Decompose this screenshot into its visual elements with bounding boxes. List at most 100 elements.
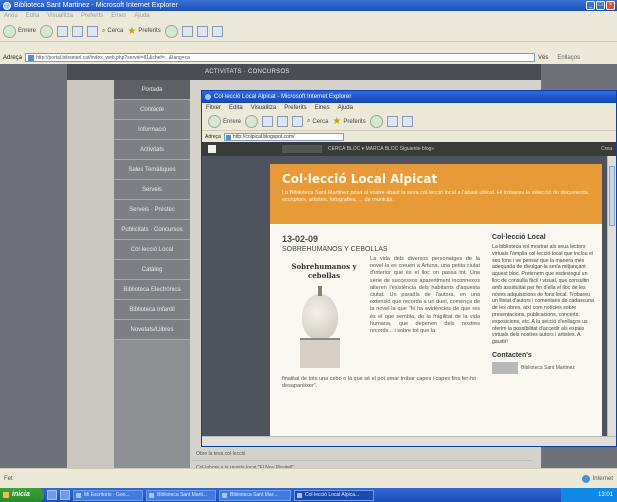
blog-viewport: Col·lecció Local Alpicat La Biblioteca S… bbox=[202, 156, 607, 436]
favorites-button[interactable]: ★ Preferits bbox=[127, 26, 160, 37]
suit-illustration bbox=[300, 338, 340, 368]
vertical-scrollbar[interactable] bbox=[607, 156, 616, 436]
blog-body: 13-02-09 SOBREHUMANOS Y CEBOLLAS Sobrehu… bbox=[270, 224, 602, 436]
footer-link-collection[interactable]: Obre la teva col·lecció bbox=[192, 447, 532, 461]
blogger-logo-icon[interactable] bbox=[208, 145, 216, 153]
refresh-button[interactable] bbox=[277, 116, 289, 127]
inner-window-title: Col·lecció Local Alpicat - Microsoft Int… bbox=[202, 91, 616, 103]
outer-window-title: Biblioteca Sant Martinez - Microsoft Int… bbox=[14, 2, 178, 9]
globe-icon bbox=[581, 474, 590, 483]
menu-item-file[interactable]: Fitxer bbox=[206, 103, 221, 113]
blog-title[interactable]: Col·lecció Local Alpicat bbox=[282, 172, 590, 186]
outer-menu-bar: Arxiu Edita Visualitza Preferits Eines A… bbox=[0, 11, 617, 21]
history-button[interactable] bbox=[164, 24, 178, 38]
close-button[interactable]: × bbox=[606, 1, 615, 10]
blog-search-input[interactable] bbox=[282, 145, 322, 153]
address-input[interactable]: http://colpical.blogspot.com/ bbox=[223, 132, 344, 141]
scrollbar-thumb[interactable] bbox=[609, 166, 615, 226]
history-button[interactable] bbox=[369, 115, 383, 128]
forward-button[interactable] bbox=[40, 24, 54, 38]
sidebar-item-serveis[interactable]: Serveis bbox=[114, 180, 190, 200]
taskbar-item-active[interactable]: Col·lecció Local Alpica... bbox=[294, 489, 374, 501]
star-icon: ★ bbox=[127, 25, 137, 37]
start-button[interactable]: inicia bbox=[0, 488, 44, 502]
go-button[interactable]: Vés bbox=[538, 55, 548, 61]
sidebar-item-cataleg[interactable]: Catàleg bbox=[114, 260, 190, 280]
sidebar-item-portada[interactable]: Portada bbox=[114, 80, 190, 100]
outer-address-bar: Adreça http://portal.bibsetarl.cat/index… bbox=[0, 52, 617, 63]
status-bar: Fet Internet bbox=[0, 468, 617, 488]
book-cover-title: Sobrehumanos y cebollas bbox=[291, 262, 357, 280]
sidebar-item-biblioteca-electronica[interactable]: Biblioteca Electrònica bbox=[114, 280, 190, 300]
menu-item-tools[interactable]: Eines bbox=[111, 11, 126, 21]
edit-button[interactable] bbox=[211, 25, 223, 37]
post-text: La vida dels diversos personatges de la … bbox=[370, 256, 480, 335]
sidebar-item-informacio[interactable]: Informació bbox=[114, 120, 190, 140]
maximize-button[interactable]: □ bbox=[596, 1, 605, 10]
refresh-button[interactable] bbox=[72, 25, 84, 37]
menu-item-tools[interactable]: Eines bbox=[315, 103, 330, 113]
print-button[interactable] bbox=[196, 25, 208, 37]
links-button[interactable]: Enllaços bbox=[557, 55, 580, 61]
search-button[interactable]: ⌕ Cerca bbox=[102, 28, 123, 35]
back-button[interactable]: Enrere bbox=[208, 115, 241, 128]
sidebar-item-sales[interactable]: Sales Temàtiques bbox=[114, 160, 190, 180]
sidebar-heading: Col·lecció Local bbox=[492, 234, 546, 241]
sidebar-item-biblioteca-infantil[interactable]: Biblioteca Infantil bbox=[114, 300, 190, 320]
quicklaunch-ie-icon[interactable] bbox=[47, 490, 57, 500]
menu-item-favorites[interactable]: Preferits bbox=[81, 11, 103, 21]
stop-button[interactable] bbox=[57, 25, 69, 37]
favorites-button[interactable]: ★ Preferits bbox=[332, 116, 365, 127]
outer-title-bar: Biblioteca Sant Martinez - Microsoft Int… bbox=[0, 0, 617, 11]
contact-item[interactable]: Biblioteca Sant Martinez bbox=[492, 361, 596, 374]
home-button[interactable] bbox=[292, 116, 304, 127]
menu-item-favorites[interactable]: Preferits bbox=[284, 103, 306, 113]
menu-item-help[interactable]: Ajuda bbox=[338, 103, 353, 113]
sidebar-item-contacte[interactable]: Contacte bbox=[114, 100, 190, 120]
contact-heading: Contacten's bbox=[492, 351, 532, 359]
blogger-navbar: CERCA BLOC ▾ MARCA BLOC Siguiente blog» … bbox=[202, 142, 616, 156]
menu-item-view[interactable]: Visualitza bbox=[251, 103, 277, 113]
sidebar-item-novetats[interactable]: Novetats/Llibres bbox=[114, 320, 190, 340]
library-photo bbox=[492, 361, 518, 374]
mail-button[interactable] bbox=[386, 116, 398, 127]
minimize-button[interactable]: _ bbox=[586, 1, 595, 10]
quicklaunch-desktop-icon[interactable] bbox=[60, 490, 70, 500]
stop-button[interactable] bbox=[262, 116, 274, 127]
inner-browser-window: Col·lecció Local Alpicat - Microsoft Int… bbox=[201, 90, 617, 447]
taskbar-item[interactable]: Mi Escritorio - Goo... bbox=[73, 489, 143, 501]
star-icon: ★ bbox=[332, 116, 342, 127]
outer-window-controls: _ □ × bbox=[586, 1, 615, 10]
taskbar-item[interactable]: Biblioteca Sant Marti... bbox=[146, 489, 216, 501]
menu-item-edit[interactable]: Edita bbox=[26, 11, 40, 21]
blog-description: La Biblioteca Sant Martinez posa al vost… bbox=[282, 190, 590, 203]
menu-item-edit[interactable]: Edita bbox=[229, 103, 243, 113]
onion-head-illustration bbox=[302, 286, 338, 340]
taskbar-item[interactable]: Biblioteca Sant Mar... bbox=[219, 489, 291, 501]
inner-menu-bar: Fitxer Edita Visualitza Preferits Eines … bbox=[202, 103, 616, 113]
sidebar-item-colleccio-local[interactable]: Col·lecció Local bbox=[114, 240, 190, 260]
mail-button[interactable] bbox=[181, 25, 193, 37]
search-button[interactable]: ⌕ Cerca bbox=[307, 118, 328, 125]
status-text: Fet bbox=[4, 475, 13, 482]
blog-sidebar: Col·lecció Local La biblioteca vol mostr… bbox=[492, 234, 596, 374]
back-button[interactable]: Enrere bbox=[3, 24, 36, 38]
menu-item-view[interactable]: Visualitza bbox=[47, 11, 73, 21]
menu-item-help[interactable]: Ajuda bbox=[134, 11, 149, 21]
menu-item-file[interactable]: Arxiu bbox=[4, 11, 18, 21]
home-button[interactable] bbox=[87, 25, 99, 37]
post-text-continued: finalitat de tots una cebo o la que sé e… bbox=[282, 376, 477, 389]
address-label: Adreça bbox=[205, 133, 221, 140]
navbar-links[interactable]: CERCA BLOC ▾ MARCA BLOC Siguiente blog» bbox=[328, 146, 434, 152]
forward-button[interactable] bbox=[245, 115, 259, 128]
horizontal-scrollbar[interactable] bbox=[202, 436, 616, 446]
sidebar-item-activitats[interactable]: Activitats bbox=[114, 140, 190, 160]
blog-post: 13-02-09 SOBREHUMANOS Y CEBOLLAS Sobrehu… bbox=[282, 234, 482, 389]
post-title[interactable]: SOBREHUMANOS Y CEBOLLAS bbox=[282, 246, 482, 253]
address-input[interactable]: http://portal.bibsetarl.cat/index_web.ph… bbox=[25, 53, 536, 62]
print-button[interactable] bbox=[401, 116, 413, 127]
create-blog-link[interactable]: Crea bbox=[601, 146, 616, 152]
inner-address-bar: Adreça http://colpical.blogspot.com/ bbox=[202, 131, 616, 142]
sidebar-item-prestec[interactable]: Serveis · Préstec bbox=[114, 200, 190, 220]
sidebar-item-concursos[interactable]: Publicitats · Concursos bbox=[114, 220, 190, 240]
